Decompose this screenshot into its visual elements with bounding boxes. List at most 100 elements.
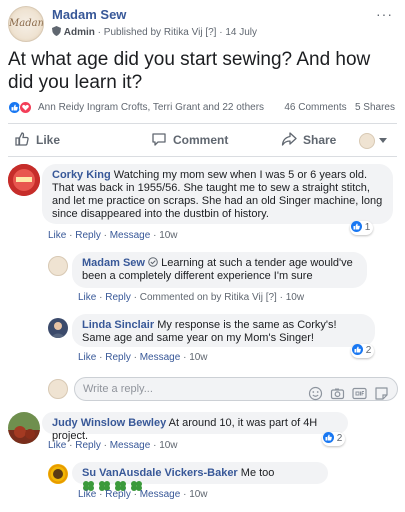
comment-like-link[interactable]: Like	[48, 230, 66, 241]
comment-corky-king: Corky King Watching my mom sew when I wa…	[8, 164, 398, 242]
comment-bubble: Madam Sew Learning at such a tender age …	[72, 252, 367, 288]
like-button[interactable]: Like	[14, 124, 60, 156]
comment-reply-link[interactable]: Reply	[75, 230, 101, 241]
post-title: At what age did you start sewing? And ho…	[8, 49, 371, 93]
reply-madam-sew: Madam Sew Learning at such a tender age …	[48, 252, 398, 306]
comment-message-link[interactable]: Message	[110, 440, 151, 451]
shares-count[interactable]: 5 Shares	[355, 102, 395, 113]
comment-bubble: Corky King Watching my mom sew when I wa…	[42, 164, 393, 224]
comment-author[interactable]: Judy Winslow Bewley	[52, 417, 166, 429]
like-button-label: Like	[36, 133, 61, 147]
reply-linda-sinclair: Linda Sinclair My response is the same a…	[48, 314, 398, 366]
shield-icon	[52, 26, 61, 36]
share-button[interactable]: Share	[281, 124, 336, 156]
comment-bubble: Su VanAusdale Vickers-Baker Me too	[72, 462, 328, 491]
avatar-image-icon	[8, 164, 40, 196]
reply-composer: Write a reply...	[48, 375, 400, 403]
comment-actions: Like · Reply · Message · 10w	[78, 352, 208, 363]
comment-author[interactable]: Su VanAusdale Vickers-Baker	[82, 467, 238, 479]
check-circle-icon	[148, 257, 158, 267]
reply-input[interactable]: Write a reply...	[74, 377, 398, 401]
comment-message-link[interactable]: Message	[140, 489, 181, 500]
comment-reply-link[interactable]: Reply	[105, 489, 131, 500]
comment-reply-link[interactable]: Reply	[105, 352, 131, 363]
commented-on-by: Commented on by Ritika Vij	[139, 292, 263, 303]
comment-reply-link[interactable]: Reply	[105, 292, 131, 303]
reaction-icons[interactable]	[8, 101, 36, 114]
comment-like-link[interactable]: Like	[78, 352, 96, 363]
comment-author[interactable]: Corky King	[52, 169, 111, 181]
avatar[interactable]	[48, 256, 68, 276]
avatar[interactable]	[8, 164, 40, 196]
comment-button-label: Comment	[173, 133, 229, 147]
published-by: · Published by Ritika Vij	[97, 27, 203, 38]
share-as-avatar	[359, 133, 375, 149]
comment-like-link[interactable]: Like	[78, 292, 96, 303]
reaction-count: 2	[365, 345, 372, 356]
thumbs-up-icon	[15, 132, 29, 146]
reaction-count-badge[interactable]: 2	[322, 432, 346, 446]
comment-time[interactable]: 10w	[189, 352, 207, 363]
sunflower-avatar-icon	[48, 464, 68, 484]
reactions-summary: Ann Reidy Ingram Crofts, Terri Grant and…	[8, 100, 397, 116]
comment-time[interactable]: 10w	[286, 292, 304, 303]
avatar[interactable]	[48, 318, 68, 338]
comment-reply-link[interactable]: Reply	[75, 440, 101, 451]
reaction-count: 2	[336, 433, 343, 444]
page-name-link[interactable]: Madam Sew	[52, 7, 126, 22]
avatar	[48, 379, 68, 399]
help-link[interactable]: [?]	[205, 27, 216, 38]
admin-label: Admin	[63, 27, 95, 38]
post-header: Madam Sew Madam Sew Admin · Published by…	[8, 6, 397, 44]
comment-actions: Like · Reply · Message · 10w	[48, 230, 178, 241]
camera-icon[interactable]	[330, 386, 345, 401]
page-avatar[interactable]: Madam Sew	[8, 6, 44, 42]
like-icon	[351, 221, 362, 232]
comment-text: Me too	[240, 467, 275, 479]
comment-message-link[interactable]: Message	[140, 352, 181, 363]
comment-bubble: Linda Sinclair My response is the same a…	[72, 314, 375, 347]
comment-time[interactable]: 10w	[159, 440, 177, 451]
avatar[interactable]	[8, 412, 40, 444]
comment-time[interactable]: 10w	[159, 230, 177, 241]
comment-icon	[152, 133, 166, 146]
like-icon	[352, 344, 363, 355]
comment-time[interactable]: 10w	[189, 489, 207, 500]
comments-count[interactable]: 46 Comments	[284, 102, 346, 113]
comment-actions: Like · Reply · Message · 10w	[78, 489, 208, 500]
post-meta: Admin · Published by Ritika Vij [?] · 14…	[52, 26, 257, 38]
comment-like-link[interactable]: Like	[78, 489, 96, 500]
comment-author[interactable]: Madam Sew	[82, 257, 145, 269]
comment-judy-winslow-bewley: Judy Winslow Bewley At around 10, it was…	[8, 412, 398, 454]
post-date[interactable]: · 14 July	[219, 27, 257, 38]
share-button-label: Share	[303, 133, 337, 147]
comment-button[interactable]: Comment	[151, 124, 228, 156]
post-action-bar: Like Comment Share	[8, 123, 397, 157]
reply-placeholder: Write a reply...	[83, 383, 153, 395]
reply-su-vanausdale-vickers-baker: Su VanAusdale Vickers-Baker Me too Like …	[48, 462, 398, 504]
reacted-by-text[interactable]: Ann Reidy Ingram Crofts, Terri Grant and…	[38, 102, 264, 113]
reply-toolbar	[304, 382, 389, 404]
reaction-count-badge[interactable]: 1	[350, 221, 374, 235]
comment-like-link[interactable]: Like	[48, 440, 66, 451]
share-arrow-icon	[281, 132, 297, 146]
emoji-icon[interactable]	[308, 386, 323, 401]
avatar-image-icon	[8, 412, 40, 444]
reaction-count: 1	[364, 222, 371, 233]
share-as-selector[interactable]	[359, 133, 395, 149]
heart-icon	[19, 101, 32, 114]
comment-actions: Like · Reply · Message · 10w	[48, 440, 178, 451]
reaction-count-badge[interactable]: 2	[351, 344, 375, 358]
comment-author[interactable]: Linda Sinclair	[82, 319, 154, 331]
comment-message-link[interactable]: Message	[110, 230, 151, 241]
chevron-down-icon	[379, 138, 387, 143]
post-counts: 46 Comments 5 Shares	[284, 102, 395, 113]
comment-bubble: Judy Winslow Bewley At around 10, it was…	[42, 412, 348, 442]
sticker-icon[interactable]	[374, 386, 389, 401]
avatar-image-icon	[48, 318, 68, 338]
comment-actions: Like · Reply · Commented on by Ritika Vi…	[78, 292, 305, 303]
avatar[interactable]	[48, 464, 68, 484]
gif-icon[interactable]	[352, 386, 367, 401]
more-options-icon[interactable]: ···	[376, 6, 393, 22]
help-link[interactable]: [?]	[266, 292, 277, 303]
